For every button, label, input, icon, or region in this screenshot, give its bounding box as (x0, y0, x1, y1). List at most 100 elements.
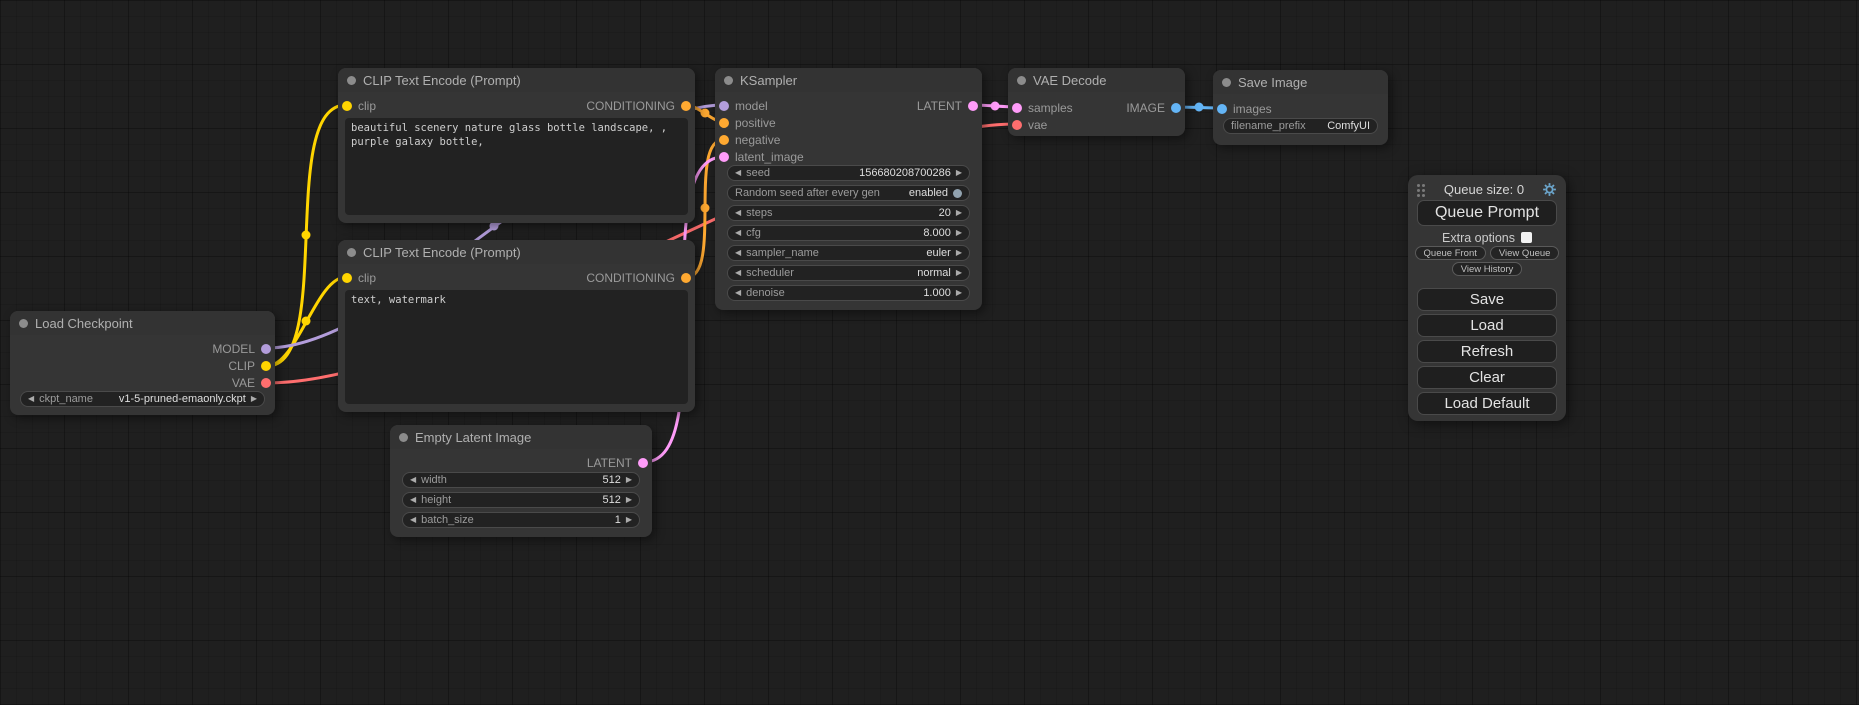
queue-front-button[interactable]: Queue Front (1415, 246, 1486, 260)
widget-width[interactable]: ◀ width 512 ▶ (402, 472, 640, 488)
slot-label: samples (1028, 101, 1073, 115)
node-title: KSampler (740, 73, 797, 88)
save-button[interactable]: Save (1417, 288, 1557, 311)
input-dot-vae[interactable] (1012, 120, 1022, 130)
decrement-arrow-icon[interactable]: ◀ (28, 395, 34, 403)
input-dot-images[interactable] (1217, 104, 1227, 114)
input-dot-clip[interactable] (342, 273, 352, 283)
widget-denoise[interactable]: ◀ denoise 1.000 ▶ (727, 285, 970, 301)
increment-arrow-icon[interactable]: ▶ (251, 395, 257, 403)
node-collapse-dot[interactable] (399, 433, 408, 442)
node-collapse-dot[interactable] (724, 76, 733, 85)
load-button[interactable]: Load (1417, 314, 1557, 337)
widget-value: 8.000 (923, 227, 951, 239)
output-dot-clip[interactable] (261, 361, 271, 371)
slot-label: VAE (232, 376, 255, 390)
node-collapse-dot[interactable] (1017, 76, 1026, 85)
node-header[interactable]: Empty Latent Image (390, 425, 652, 449)
widget-ckpt-name[interactable]: ◀ ckpt_name v1-5-pruned-emaonly.ckpt ▶ (20, 391, 265, 407)
node-header[interactable]: CLIP Text Encode (Prompt) (338, 68, 695, 92)
node-clip-text-encode-positive[interactable]: CLIP Text Encode (Prompt) clip CONDITION… (338, 68, 695, 223)
output-dot-model[interactable] (261, 344, 271, 354)
widget-height[interactable]: ◀ height 512 ▶ (402, 492, 640, 508)
decrement-arrow-icon[interactable]: ◀ (410, 476, 416, 484)
input-dot-positive[interactable] (719, 118, 729, 128)
extra-options-checkbox[interactable] (1521, 232, 1532, 243)
widget-sampler-name[interactable]: ◀ sampler_name euler ▶ (727, 245, 970, 261)
increment-arrow-icon[interactable]: ▶ (626, 476, 632, 484)
slot-label: positive (735, 116, 776, 130)
widget-seed[interactable]: ◀ seed 156680208700286 ▶ (727, 165, 970, 181)
increment-arrow-icon[interactable]: ▶ (956, 209, 962, 217)
decrement-arrow-icon[interactable]: ◀ (735, 169, 741, 177)
view-history-button[interactable]: View History (1452, 262, 1523, 276)
widget-random-seed-toggle[interactable]: Random seed after every gen enabled (727, 185, 970, 201)
increment-arrow-icon[interactable]: ▶ (626, 516, 632, 524)
node-header[interactable]: Save Image (1213, 70, 1388, 94)
load-default-button[interactable]: Load Default (1417, 392, 1557, 415)
output-dot-conditioning[interactable] (681, 273, 691, 283)
node-graph-canvas[interactable]: Load Checkpoint MODEL CLIP VAE ◀ ckpt_na… (0, 0, 1859, 705)
widget-batch-size[interactable]: ◀ batch_size 1 ▶ (402, 512, 640, 528)
input-dot-latent-image[interactable] (719, 152, 729, 162)
node-header[interactable]: CLIP Text Encode (Prompt) (338, 240, 695, 264)
node-collapse-dot[interactable] (19, 319, 28, 328)
node-header[interactable]: Load Checkpoint (10, 311, 275, 335)
link-midpoint-dot (701, 204, 710, 213)
output-dot-image[interactable] (1171, 103, 1181, 113)
increment-arrow-icon[interactable]: ▶ (956, 289, 962, 297)
slot-label: images (1233, 102, 1272, 116)
widget-label: height (421, 494, 451, 506)
widget-value: 20 (939, 207, 951, 219)
increment-arrow-icon[interactable]: ▶ (956, 169, 962, 177)
decrement-arrow-icon[interactable]: ◀ (735, 289, 741, 297)
widget-scheduler[interactable]: ◀ scheduler normal ▶ (727, 265, 970, 281)
drag-handle-icon[interactable] (1417, 183, 1426, 197)
clear-button[interactable]: Clear (1417, 366, 1557, 389)
input-dot-clip[interactable] (342, 101, 352, 111)
output-dot-latent[interactable] (638, 458, 648, 468)
increment-arrow-icon[interactable]: ▶ (956, 269, 962, 277)
node-empty-latent-image[interactable]: Empty Latent Image LATENT ◀ width 512 ▶ … (390, 425, 652, 537)
node-header[interactable]: KSampler (715, 68, 982, 92)
node-save-image[interactable]: Save Image images filename_prefix ComfyU… (1213, 70, 1388, 145)
positive-prompt-textarea[interactable]: beautiful scenery nature glass bottle la… (345, 118, 688, 215)
increment-arrow-icon[interactable]: ▶ (626, 496, 632, 504)
refresh-button[interactable]: Refresh (1417, 340, 1557, 363)
node-collapse-dot[interactable] (347, 248, 356, 257)
decrement-arrow-icon[interactable]: ◀ (735, 229, 741, 237)
decrement-arrow-icon[interactable]: ◀ (735, 269, 741, 277)
output-dot-vae[interactable] (261, 378, 271, 388)
increment-arrow-icon[interactable]: ▶ (956, 249, 962, 257)
negative-prompt-textarea[interactable]: text, watermark (345, 290, 688, 404)
decrement-arrow-icon[interactable]: ◀ (410, 516, 416, 524)
view-queue-button[interactable]: View Queue (1490, 246, 1560, 260)
node-ksampler[interactable]: KSampler model LATENT positive negative (715, 68, 982, 310)
slot-label: CONDITIONING (586, 271, 675, 285)
settings-gear-icon[interactable] (1542, 182, 1557, 197)
node-header[interactable]: VAE Decode (1008, 68, 1185, 92)
output-dot-latent[interactable] (968, 101, 978, 111)
input-dot-model[interactable] (719, 101, 729, 111)
input-dot-negative[interactable] (719, 135, 729, 145)
output-dot-conditioning[interactable] (681, 101, 691, 111)
slot-row: clip CONDITIONING (338, 269, 695, 286)
link-midpoint-dot (302, 317, 311, 326)
decrement-arrow-icon[interactable]: ◀ (410, 496, 416, 504)
node-clip-text-encode-negative[interactable]: CLIP Text Encode (Prompt) clip CONDITION… (338, 240, 695, 412)
decrement-arrow-icon[interactable]: ◀ (735, 249, 741, 257)
widget-steps[interactable]: ◀ steps 20 ▶ (727, 205, 970, 221)
input-dot-samples[interactable] (1012, 103, 1022, 113)
increment-arrow-icon[interactable]: ▶ (956, 229, 962, 237)
widget-cfg[interactable]: ◀ cfg 8.000 ▶ (727, 225, 970, 241)
node-collapse-dot[interactable] (1222, 78, 1231, 87)
queue-prompt-button[interactable]: Queue Prompt (1417, 200, 1557, 226)
decrement-arrow-icon[interactable]: ◀ (735, 209, 741, 217)
node-collapse-dot[interactable] (347, 76, 356, 85)
slot-label: CONDITIONING (586, 99, 675, 113)
widget-filename-prefix[interactable]: filename_prefix ComfyUI (1223, 118, 1378, 134)
toggle-pip-icon[interactable] (953, 189, 962, 198)
widget-value: 512 (602, 494, 620, 506)
node-load-checkpoint[interactable]: Load Checkpoint MODEL CLIP VAE ◀ ckpt_na… (10, 311, 275, 415)
node-vae-decode[interactable]: VAE Decode samples IMAGE vae (1008, 68, 1185, 136)
